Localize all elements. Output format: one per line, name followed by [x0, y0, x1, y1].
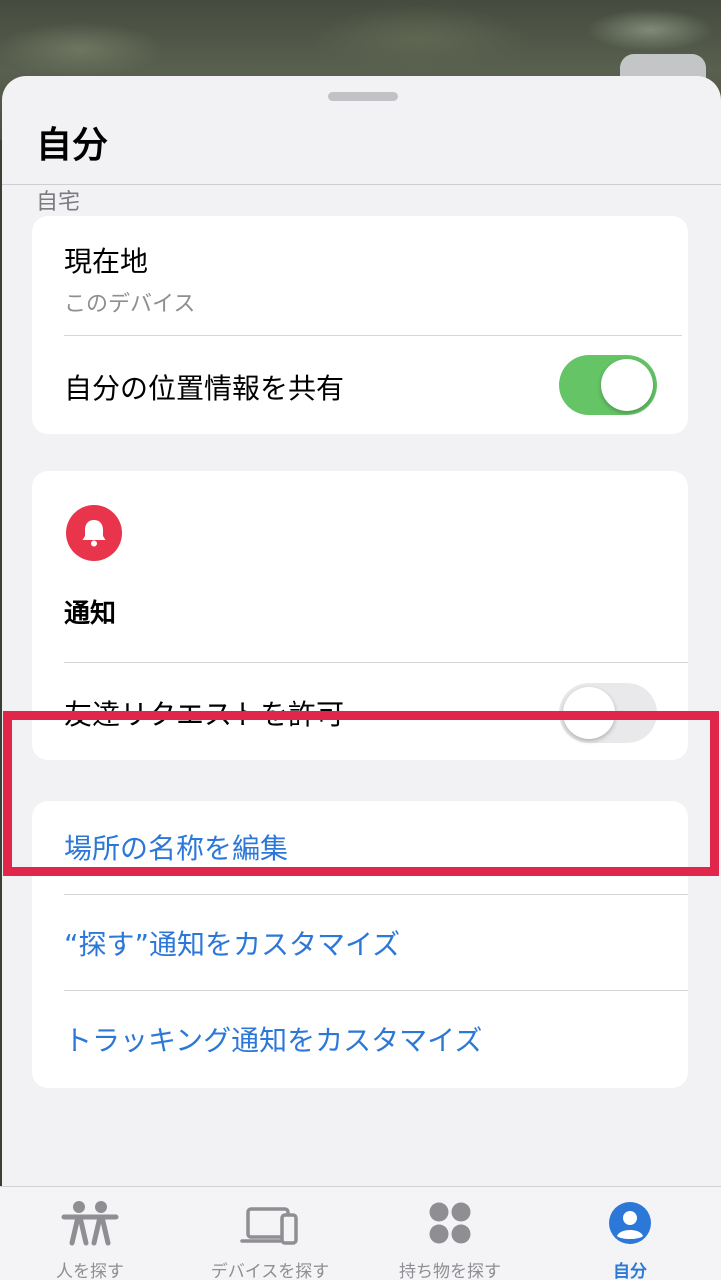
tab-devices-label: デバイスを探す	[210, 1262, 330, 1280]
current-location-subtitle: このデバイス	[64, 292, 196, 317]
share-location-label: 自分の位置情報を共有	[64, 372, 345, 405]
items-icon	[429, 1202, 471, 1244]
notifications-card: 通知 友達リクエストを許可	[32, 471, 688, 760]
tab-me[interactable]: 自分	[540, 1187, 720, 1280]
toggle-knob	[563, 687, 615, 739]
header-divider	[2, 184, 721, 185]
customize-tracking-notifications-link[interactable]: トラッキング通知をカスタマイズ	[64, 1019, 482, 1059]
tab-people-label: 人を探す	[56, 1262, 124, 1280]
links-card: 場所の名称を編集 “探す”通知をカスタマイズ トラッキング通知をカスタマイズ	[32, 801, 688, 1088]
share-location-toggle[interactable]	[559, 355, 657, 415]
current-location-title: 現在地	[64, 245, 149, 278]
customize-findmy-notifications-link[interactable]: “探す”通知をカスタマイズ	[64, 923, 400, 963]
tab-people[interactable]: 人を探す	[0, 1187, 180, 1280]
tab-devices[interactable]: デバイスを探す	[180, 1187, 360, 1280]
bell-icon	[66, 505, 122, 561]
row-divider	[64, 335, 682, 336]
person-icon	[609, 1202, 651, 1244]
toggle-knob	[601, 359, 653, 411]
row-divider	[64, 990, 688, 991]
home-label: 自宅	[36, 190, 81, 215]
tab-bar: 人を探す デバイスを探す 持ち物を探す 自分	[0, 1186, 721, 1280]
tab-items-label: 持ち物を探す	[399, 1262, 501, 1280]
sheet-grabber[interactable]	[328, 92, 398, 101]
row-divider	[64, 894, 688, 895]
location-card: 現在地 このデバイス 自分の位置情報を共有	[32, 216, 688, 434]
tab-me-label: 自分	[613, 1262, 647, 1280]
people-icon	[61, 1201, 119, 1246]
page-title: 自分	[36, 125, 109, 166]
notifications-heading: 通知	[64, 599, 117, 629]
friend-requests-toggle[interactable]	[559, 683, 657, 743]
row-divider	[64, 662, 688, 663]
devices-icon	[240, 1207, 298, 1245]
friend-requests-label: 友達リクエストを許可	[64, 698, 345, 731]
edit-location-names-link[interactable]: 場所の名称を編集	[64, 827, 288, 867]
tab-items[interactable]: 持ち物を探す	[360, 1187, 540, 1280]
